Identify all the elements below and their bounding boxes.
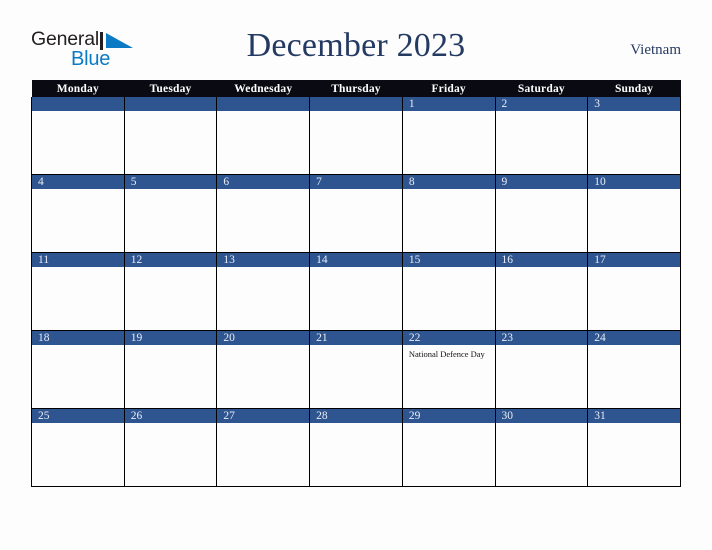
- calendar-day-cell[interactable]: 10: [587, 174, 681, 253]
- calendar-day-cell[interactable]: 6: [216, 174, 311, 253]
- calendar-day-cell[interactable]: 27: [216, 408, 311, 487]
- day-number: [310, 97, 402, 111]
- day-number: 18: [32, 331, 124, 345]
- calendar-day-cell[interactable]: 25: [31, 408, 125, 487]
- weekday-header-tuesday: Tuesday: [124, 80, 217, 97]
- calendar-day-cell[interactable]: 11: [31, 252, 125, 331]
- calendar-day-cell[interactable]: 23: [494, 330, 589, 409]
- weekday-header-monday: Monday: [31, 80, 125, 97]
- day-number: 11: [32, 253, 124, 267]
- calendar-day-cell[interactable]: 12: [123, 252, 218, 331]
- calendar-day-cell[interactable]: 14: [309, 252, 403, 331]
- day-number: 25: [32, 409, 124, 423]
- calendar-week-row: 25 26 27 28 29 30 31: [31, 408, 681, 487]
- calendar-day-cell[interactable]: 8: [401, 174, 496, 253]
- day-number: 26: [124, 409, 217, 423]
- calendar-grid: Monday Tuesday Wednesday Thursday Friday…: [31, 80, 681, 487]
- calendar-day-cell[interactable]: 24: [587, 330, 681, 409]
- calendar-day-cell[interactable]: 15: [401, 252, 496, 331]
- day-number: 2: [495, 97, 588, 111]
- calendar-day-cell[interactable]: 17: [587, 252, 681, 331]
- calendar-day-cell[interactable]: 21: [309, 330, 403, 409]
- day-number: 6: [217, 175, 310, 189]
- calendar-day-cell[interactable]: 19: [123, 330, 218, 409]
- day-number: 10: [588, 175, 680, 189]
- calendar-week-row: 11 12 13 14 15 16 17: [31, 252, 681, 331]
- calendar-week-row: 123: [31, 97, 681, 175]
- day-number: 28: [310, 409, 402, 423]
- day-number: 16: [495, 253, 588, 267]
- calendar-day-cell[interactable]: 18: [31, 330, 125, 409]
- calendar-empty-cell: [123, 97, 218, 175]
- calendar-day-cell[interactable]: 1: [401, 97, 496, 175]
- calendar-day-cell[interactable]: 22 National Defence Day: [401, 330, 496, 409]
- weekday-header-thursday: Thursday: [309, 80, 403, 97]
- calendar-body: 1 2 3 4 5 6 7 8 9 10 11 12 13 14 15 16 17 18 19 20 21 22 Natio…: [31, 97, 681, 487]
- day-number: 29: [402, 409, 495, 423]
- day-number: 14: [310, 253, 402, 267]
- calendar-empty-cell: [31, 97, 125, 175]
- calendar-week-row: 4 5 6 7 8 9 10: [31, 174, 681, 253]
- calendar-day-cell[interactable]: 30: [494, 408, 589, 487]
- day-number: 27: [217, 409, 310, 423]
- calendar-day-cell[interactable]: 29: [401, 408, 496, 487]
- page-title: December 2023: [246, 27, 466, 64]
- day-number: 4: [32, 175, 124, 189]
- calendar-day-cell[interactable]: 2: [494, 97, 589, 175]
- day-number: 23: [495, 331, 588, 345]
- weekday-header-wednesday: Wednesday: [216, 80, 310, 97]
- calendar-day-cell[interactable]: 4: [31, 174, 125, 253]
- weekday-header-friday: Friday: [402, 80, 496, 97]
- calendar-day-cell[interactable]: 28: [309, 408, 403, 487]
- day-number: 13: [217, 253, 310, 267]
- day-number: 24: [588, 331, 680, 345]
- day-number: 9: [495, 175, 588, 189]
- day-number: [217, 97, 310, 111]
- calendar-header-row: Monday Tuesday Wednesday Thursday Friday…: [31, 80, 681, 97]
- day-number: [124, 97, 217, 111]
- page-header: General Blue December 2023 Vietnam: [31, 24, 681, 76]
- calendar-empty-cell: [309, 97, 403, 175]
- day-number: [32, 97, 124, 111]
- calendar-day-cell[interactable]: 9: [494, 174, 589, 253]
- day-number: 12: [124, 253, 217, 267]
- calendar-week-row: 18 19 20 21 22 National Defence Day 23 24: [31, 330, 681, 409]
- calendar-day-cell[interactable]: 3: [587, 97, 681, 175]
- day-number: 20: [217, 331, 310, 345]
- calendar-day-cell[interactable]: 31: [587, 408, 681, 487]
- holiday-event: National Defence Day: [408, 349, 485, 359]
- country-label: Vietnam: [630, 42, 681, 58]
- weekday-header-sunday: Sunday: [587, 80, 681, 97]
- day-number: 7: [310, 175, 402, 189]
- day-number: 8: [402, 175, 495, 189]
- day-number: 30: [495, 409, 588, 423]
- weekday-header-saturday: Saturday: [495, 80, 588, 97]
- day-number: 17: [588, 253, 680, 267]
- day-events: National Defence Day: [403, 345, 495, 360]
- day-number: 15: [402, 253, 495, 267]
- calendar-day-cell[interactable]: 7: [309, 174, 403, 253]
- calendar-day-cell[interactable]: 13: [216, 252, 311, 331]
- day-number: 1: [402, 97, 495, 111]
- day-number: 3: [588, 97, 680, 111]
- day-number: 21: [310, 331, 402, 345]
- calendar-day-cell[interactable]: 20: [216, 330, 311, 409]
- day-number: 19: [124, 331, 217, 345]
- day-number: 22: [402, 331, 495, 345]
- calendar-day-cell[interactable]: 26: [123, 408, 218, 487]
- calendar-day-cell[interactable]: 5: [123, 174, 218, 253]
- calendar-empty-cell: [216, 97, 311, 175]
- day-number: 31: [588, 409, 680, 423]
- day-number: 5: [124, 175, 217, 189]
- calendar-page: General Blue December 2023 Vietnam Monda…: [0, 0, 712, 550]
- calendar-day-cell[interactable]: 16: [494, 252, 589, 331]
